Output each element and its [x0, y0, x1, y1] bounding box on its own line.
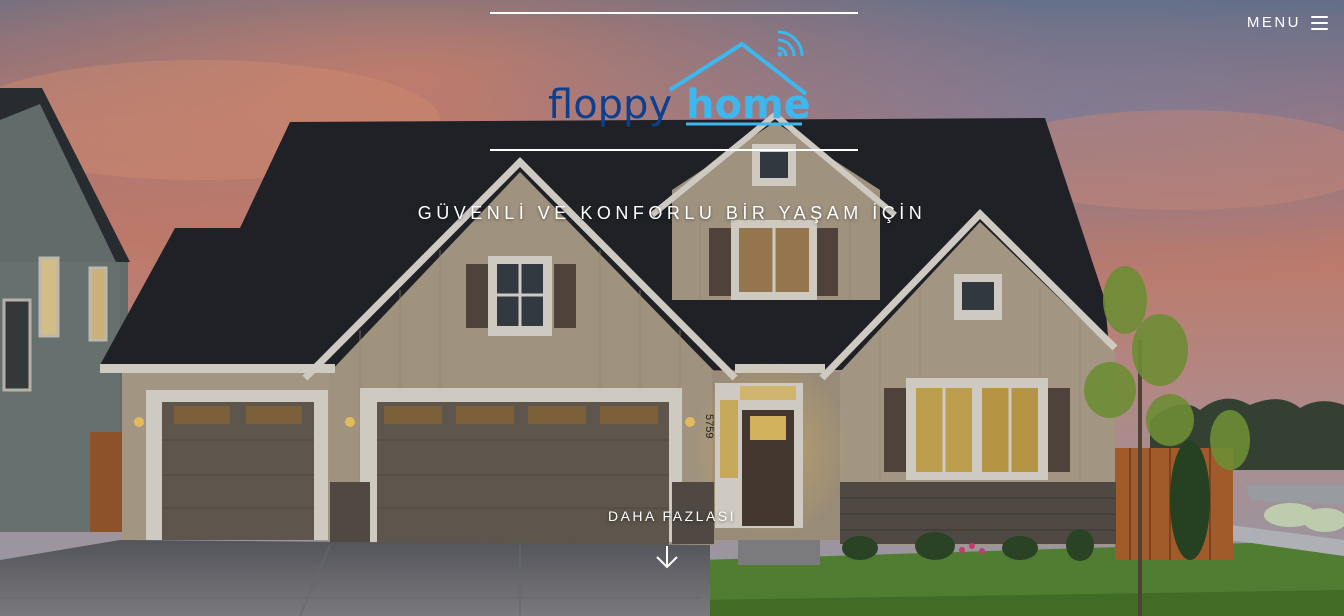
logo-word-floppy: floppy: [548, 82, 672, 128]
more-link[interactable]: DAHA FAZLASI: [0, 508, 1344, 524]
logo: floppy home: [548, 30, 811, 128]
hero-section: 5759 MENU floppy home GÜVENLİ VE KONFORL…: [0, 0, 1344, 616]
arrow-down-icon[interactable]: [655, 544, 679, 570]
hamburger-icon: [1311, 15, 1328, 30]
hero-tagline: GÜVENLİ VE KONFORLU BİR YAŞAM İÇİN: [417, 203, 927, 223]
menu-button[interactable]: MENU: [1247, 14, 1328, 31]
menu-label: MENU: [1246, 14, 1301, 31]
logo-divider-bottom: [490, 149, 858, 151]
logo-divider-top: [490, 12, 858, 14]
logo-block[interactable]: floppy home: [490, 12, 858, 152]
logo-word-home: home: [686, 82, 811, 128]
